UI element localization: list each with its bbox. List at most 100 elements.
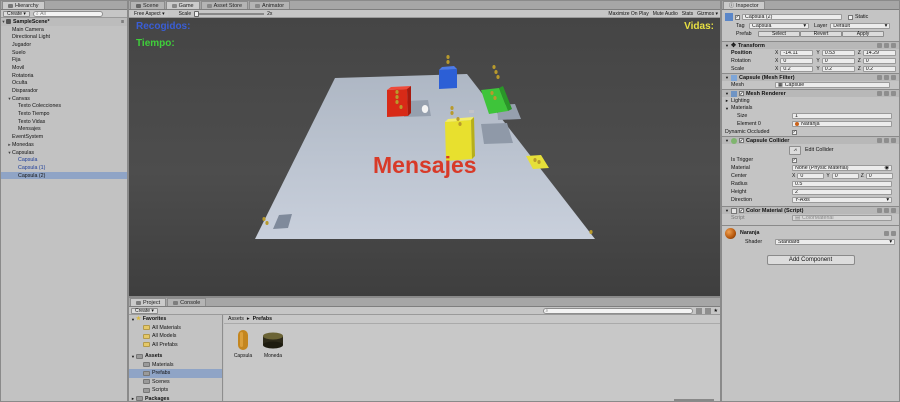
mesh-renderer-enabled-checkbox[interactable]: ✓ — [738, 91, 744, 96]
x-field[interactable]: -14.11 — [780, 49, 814, 57]
y-field[interactable]: 0 — [821, 57, 855, 65]
script-header[interactable]: ▼ ✓ Color Material (Script) — [722, 206, 899, 214]
help-icon[interactable] — [877, 138, 882, 143]
y-field[interactable]: 0 — [831, 172, 859, 180]
active-checkbox[interactable]: ✓ — [735, 14, 740, 20]
y-field[interactable]: 0.53 — [821, 49, 855, 57]
mesh-filter-header[interactable]: ▼ Capsule (Mesh Filter) — [722, 73, 899, 81]
hierarchy-item[interactable]: Texto Colecciones — [1, 103, 127, 111]
hierarchy-item[interactable]: Movil — [1, 64, 127, 72]
gear-icon[interactable] — [891, 230, 896, 236]
gear-icon[interactable] — [891, 138, 896, 143]
hierarchy-item[interactable]: Disparador — [1, 87, 127, 95]
breadcrumb-prefabs[interactable]: Prefabs — [253, 316, 272, 322]
help-icon[interactable] — [877, 43, 882, 48]
mesh-renderer-header[interactable]: ▼ ✓ Mesh Renderer — [722, 89, 899, 97]
material-header[interactable]: Naranja — [722, 227, 899, 239]
tab-asset-store[interactable]: Asset Store — [200, 1, 249, 9]
hierarchy-item[interactable]: Capsula (2) — [1, 171, 127, 180]
hierarchy-item[interactable]: ► Monedas — [1, 141, 127, 149]
preset-icon[interactable] — [884, 208, 889, 213]
tab-animator[interactable]: Animator — [249, 1, 291, 9]
hierarchy-item[interactable]: Rotatoria — [1, 72, 127, 80]
add-component-button[interactable]: Add Component — [766, 255, 855, 265]
scene-menu-icon[interactable]: ≡ — [121, 19, 124, 25]
asset-folder-item[interactable]: Materials — [129, 361, 222, 370]
favorite-item[interactable]: All Materials — [129, 324, 222, 333]
project-create-button[interactable]: Create ▾ — [131, 307, 158, 314]
hierarchy-item[interactable]: Capsula (1) — [1, 164, 127, 172]
x-field[interactable]: 0.2 — [780, 65, 814, 73]
filter-label-icon[interactable] — [704, 307, 711, 314]
hierarchy-item[interactable]: Oculta — [1, 80, 127, 88]
asset-folder-item[interactable]: Scripts — [129, 386, 222, 395]
gear-icon[interactable] — [891, 75, 896, 80]
hierarchy-create-button[interactable]: Create ▾ — [3, 10, 30, 17]
stats-toggle[interactable]: Stats — [682, 11, 693, 17]
is-trigger-checkbox[interactable]: ✓ — [792, 157, 797, 163]
asset-folder-item[interactable]: Prefabs — [129, 369, 222, 378]
edit-collider-button[interactable]: ⩘ — [789, 145, 801, 155]
hierarchy-item[interactable]: Texto Vidas — [1, 118, 127, 126]
assets-row[interactable]: ▼ Assets — [129, 352, 222, 361]
scale-slider[interactable] — [194, 10, 265, 17]
lighting-row[interactable]: ► Lighting — [722, 97, 899, 105]
filter-type-icon[interactable] — [695, 307, 702, 314]
scene-row[interactable]: ▼ SampleScene* ≡ — [1, 18, 127, 26]
z-field[interactable]: 14.29 — [862, 49, 896, 57]
favorite-item[interactable]: All Prefabs — [129, 341, 222, 350]
z-field[interactable]: 0.2 — [862, 65, 896, 73]
favorite-item[interactable]: All Models — [129, 332, 222, 341]
aspect-dropdown[interactable]: Free Aspect ▾ — [131, 10, 168, 17]
tag-dropdown[interactable]: Capsula ▾ — [749, 22, 809, 30]
x-field[interactable]: 0 — [780, 57, 814, 65]
hierarchy-item[interactable]: Directional Light — [1, 33, 127, 41]
zoom-slider[interactable] — [674, 399, 714, 401]
asset-moneda[interactable]: Moneda — [258, 329, 288, 359]
element0-field[interactable]: Naranja — [792, 120, 892, 128]
tab-scene[interactable]: Scene — [130, 1, 165, 9]
object-picker-icon[interactable]: ◉ — [884, 166, 889, 171]
shader-dropdown[interactable]: Standard ▾ — [775, 238, 895, 246]
maximize-on-play-toggle[interactable]: Maximize On Play — [608, 11, 648, 17]
collider-enabled-checkbox[interactable]: ✓ — [738, 138, 744, 143]
tab-game[interactable]: Game — [165, 1, 200, 9]
gear-icon[interactable] — [891, 91, 896, 96]
tab-hierarchy[interactable]: Hierarchy — [2, 1, 45, 9]
preset-icon[interactable] — [884, 43, 889, 48]
asset-capsula[interactable]: Capsula — [228, 329, 258, 359]
y-field[interactable]: 0.2 — [821, 65, 855, 73]
tab-project[interactable]: Project — [130, 298, 167, 306]
materials-size-field[interactable]: 1 — [792, 112, 892, 120]
favorites-row[interactable]: ▼ ★ Favorites — [129, 315, 222, 324]
star-icon[interactable]: ★ — [714, 308, 718, 314]
scale-slider-handle[interactable] — [194, 10, 200, 17]
preset-icon[interactable] — [884, 91, 889, 96]
tab-console[interactable]: Console — [167, 298, 207, 306]
help-icon[interactable] — [877, 75, 882, 80]
material-field[interactable]: None (Physic Material) ◉ — [792, 164, 892, 172]
prefab-apply-button[interactable]: Apply — [842, 31, 884, 37]
capsule-collider-header[interactable]: ▼ ✓ Capsule Collider — [722, 136, 899, 144]
object-name-field[interactable]: Capsula (2) — [742, 13, 842, 21]
hierarchy-item[interactable]: Mensajes — [1, 126, 127, 134]
help-icon[interactable] — [877, 91, 882, 96]
z-field[interactable]: 0 — [865, 172, 893, 180]
help-icon[interactable] — [877, 208, 882, 213]
gizmos-dropdown[interactable]: Gizmos ▾ — [697, 11, 718, 17]
hierarchy-item[interactable]: Main Camera — [1, 26, 127, 34]
hierarchy-item[interactable]: EventSystem — [1, 133, 127, 141]
hierarchy-item[interactable]: Suelo — [1, 49, 127, 57]
hierarchy-search-input[interactable]: ⌕ All — [32, 10, 103, 17]
transform-header[interactable]: ▼ ✥ Transform — [722, 41, 899, 49]
materials-row[interactable]: ▼ Materials — [722, 105, 899, 113]
mute-audio-toggle[interactable]: Mute Audio — [653, 11, 678, 17]
breadcrumb-assets[interactable]: Assets — [228, 316, 244, 322]
x-field[interactable]: 0 — [797, 172, 825, 180]
hierarchy-item[interactable]: Jugador — [1, 41, 127, 49]
script-enabled-checkbox[interactable]: ✓ — [738, 208, 744, 213]
hierarchy-item[interactable]: Texto Tiempo — [1, 110, 127, 118]
hierarchy-item[interactable]: Capsula — [1, 156, 127, 164]
static-checkbox[interactable] — [848, 14, 853, 20]
prefab-select-button[interactable]: Select — [758, 31, 800, 37]
